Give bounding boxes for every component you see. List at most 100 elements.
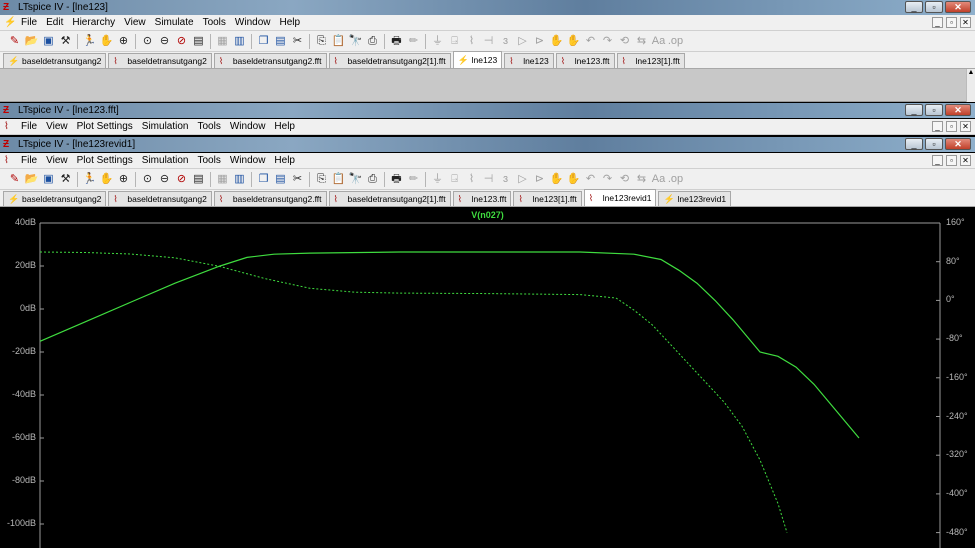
halt-icon[interactable]: ✋	[98, 171, 115, 188]
tab-baseldetransutgang2[interactable]: ⌇ baseldetransutgang2	[108, 191, 212, 206]
maximize-button[interactable]: ▫	[925, 1, 943, 13]
mdi-close-button[interactable]: ✕	[960, 155, 971, 166]
waveform-plot[interactable]: V(n027) 40dB 20dB 0dB -20dB -40dB -60dB -80dB -…	[0, 209, 975, 548]
print-setup-icon[interactable]: ⎙	[364, 33, 381, 50]
close-button[interactable]: ✕	[945, 138, 971, 150]
magnitude-trace[interactable]	[39, 251, 860, 439]
menu-tools[interactable]: Tools	[197, 121, 220, 132]
schematic-doc-icon[interactable]: ⚡	[4, 17, 17, 29]
tab-lne123[interactable]: ⌇ lne123	[504, 53, 554, 68]
capacitor-icon[interactable]: ⊣	[480, 33, 497, 50]
save-icon[interactable]: ▣	[40, 171, 57, 188]
schematic-canvas[interactable]	[0, 69, 975, 102]
resistor-icon[interactable]: ⌇	[463, 33, 480, 50]
tile-horizontal-icon[interactable]: ▤	[272, 171, 289, 188]
tab-lne123revid1[interactable]: ⚡ lne123revid1	[658, 191, 732, 206]
menu-file[interactable]: File	[21, 121, 37, 132]
title-bar-lne123revid1[interactable]: Ƶ LTspice IV - [lne123revid1] _ ▫ ✕	[0, 137, 975, 152]
text-icon[interactable]: Aa	[650, 171, 667, 188]
maximize-button[interactable]: ▫	[925, 138, 943, 150]
menu-view[interactable]: View	[124, 17, 146, 28]
wire-icon[interactable]: ✏	[405, 33, 422, 50]
cut-icon[interactable]: ✂	[289, 171, 306, 188]
zoom-pan-icon[interactable]: ⊙	[139, 171, 156, 188]
new-schematic-icon[interactable]: ✎	[6, 33, 23, 50]
tile-horizontal-icon[interactable]: ▤	[272, 33, 289, 50]
waveform-doc-icon[interactable]: ⌇	[4, 121, 17, 133]
menu-window[interactable]: Window	[230, 155, 266, 166]
control-panel-icon[interactable]: ⚒	[57, 171, 74, 188]
autorange-icon[interactable]: ▤	[190, 171, 207, 188]
redo-icon[interactable]: ↷	[599, 171, 616, 188]
rotate-icon[interactable]: ⟲	[616, 171, 633, 188]
mirror-icon[interactable]: ⇆	[633, 33, 650, 50]
minimize-button[interactable]: _	[905, 138, 923, 150]
find-icon[interactable]: 🔭	[347, 171, 364, 188]
zoom-pan-icon[interactable]: ⊙	[139, 33, 156, 50]
menu-window[interactable]: Window	[230, 121, 266, 132]
paste-icon[interactable]: 📋	[330, 33, 347, 50]
tab-lne123revid1[interactable]: ⌇ lne123revid1	[583, 189, 657, 206]
phase-trace[interactable]	[39, 251, 788, 533]
menu-view[interactable]: View	[46, 121, 68, 132]
inductor-icon[interactable]: ɜ	[497, 33, 514, 50]
mdi-restore-button[interactable]: ▫	[946, 17, 957, 28]
spice-directive-icon[interactable]: .op	[667, 33, 684, 50]
resistor-icon[interactable]: ⌇	[463, 171, 480, 188]
menu-view[interactable]: View	[46, 155, 68, 166]
print-icon[interactable]: 🖶	[388, 33, 405, 50]
run-icon[interactable]: 🏃	[81, 171, 98, 188]
tab-baseldetransutgang2[interactable]: ⌇ baseldetransutgang2	[108, 53, 212, 68]
zoom-fit-icon[interactable]: ⊘	[173, 171, 190, 188]
zoom-out-icon[interactable]: ⊖	[156, 33, 173, 50]
tab-lne123-1-fft[interactable]: ⌇ lne123[1].fft	[513, 191, 582, 206]
text-icon[interactable]: Aa	[650, 33, 667, 50]
grid-icon[interactable]: ▦	[214, 33, 231, 50]
ground-icon[interactable]: ⏚	[429, 33, 446, 50]
mirror-icon[interactable]: ⇆	[633, 171, 650, 188]
menu-help[interactable]: Help	[280, 17, 301, 28]
menu-simulation[interactable]: Simulation	[142, 121, 189, 132]
menu-simulation[interactable]: Simulation	[142, 155, 189, 166]
drag-icon[interactable]: ✋	[565, 33, 582, 50]
title-bar-lne123-fft[interactable]: Ƶ LTspice IV - [lne123.fft] _ ▫ ✕	[0, 103, 975, 118]
spice-directive-icon[interactable]: .op	[667, 171, 684, 188]
tab-baseldetransutgang2-fft[interactable]: ⌇ baseldetransutgang2.fft	[213, 53, 327, 68]
ground-icon[interactable]: ⏚	[429, 171, 446, 188]
wire-icon[interactable]: ✏	[405, 171, 422, 188]
cascade-icon[interactable]: ❐	[255, 171, 272, 188]
control-panel-icon[interactable]: ⚒	[57, 33, 74, 50]
menu-simulate[interactable]: Simulate	[155, 17, 194, 28]
run-icon[interactable]: 🏃	[81, 33, 98, 50]
grid-icon[interactable]: ▦	[214, 171, 231, 188]
diode-icon[interactable]: ▷	[514, 33, 531, 50]
close-button[interactable]: ✕	[945, 104, 971, 116]
paste-icon[interactable]: 📋	[330, 171, 347, 188]
tile-vertical-icon[interactable]: ▥	[231, 33, 248, 50]
tab-baseldetransutgang2[interactable]: ⚡ baseldetransutgang2	[3, 53, 107, 68]
waveform-doc-icon[interactable]: ⌇	[4, 155, 17, 167]
cascade-icon[interactable]: ❐	[255, 33, 272, 50]
mdi-close-button[interactable]: ✕	[960, 121, 971, 132]
tile-vertical-icon[interactable]: ▥	[231, 171, 248, 188]
zoom-fit-icon[interactable]: ⊘	[173, 33, 190, 50]
component-icon[interactable]: ⊳	[531, 171, 548, 188]
copy-icon[interactable]: ⎘	[313, 33, 330, 50]
halt-icon[interactable]: ✋	[98, 33, 115, 50]
menu-file[interactable]: File	[21, 155, 37, 166]
tab-lne123-fft[interactable]: ⌇ lne123.fft	[452, 191, 512, 206]
tab-baseldetransutgang2-fft[interactable]: ⌇ baseldetransutgang2.fft	[213, 191, 327, 206]
mdi-restore-button[interactable]: ▫	[946, 121, 957, 132]
menu-tools[interactable]: Tools	[203, 17, 226, 28]
menu-plot-settings[interactable]: Plot Settings	[77, 155, 133, 166]
move-icon[interactable]: ✋	[548, 33, 565, 50]
menu-help[interactable]: Help	[274, 155, 295, 166]
tab-lne123-fft[interactable]: ⌇ lne123.fft	[555, 53, 615, 68]
open-icon[interactable]: 📂	[23, 33, 40, 50]
menu-help[interactable]: Help	[274, 121, 295, 132]
mdi-minimize-button[interactable]: _	[932, 17, 943, 28]
move-icon[interactable]: ✋	[548, 171, 565, 188]
diode-icon[interactable]: ▷	[514, 171, 531, 188]
component-icon[interactable]: ⊳	[531, 33, 548, 50]
vertical-scrollbar[interactable]: ▲	[966, 69, 975, 102]
